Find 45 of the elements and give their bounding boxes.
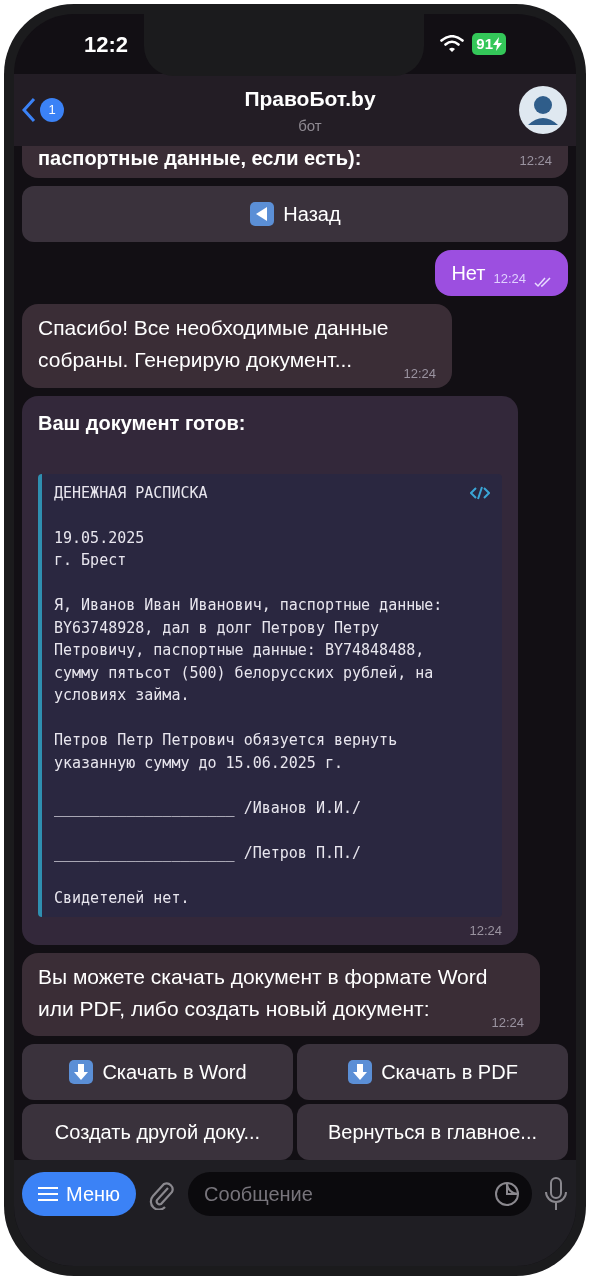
menu-button[interactable]: Меню xyxy=(22,1172,137,1216)
avatar-icon[interactable] xyxy=(518,85,568,135)
keyboard-button[interactable]: Создать другой доку... xyxy=(22,1104,293,1160)
microphone-icon[interactable] xyxy=(544,1176,568,1212)
message-text: паспортные данные, если есть): xyxy=(38,146,362,170)
message-time: 12:24 xyxy=(469,922,502,940)
keyboard-button[interactable]: Скачать в PDF xyxy=(297,1044,568,1100)
message-time: 12:24 xyxy=(491,1013,524,1032)
chat-subtitle: бот xyxy=(298,115,322,136)
message-time: 12:24 xyxy=(403,365,436,383)
code-line: ДЕНЕЖНАЯ РАСПИСКА xyxy=(54,482,208,504)
code-line: условиях займа. xyxy=(54,685,190,706)
message-title: Ваш документ готов: xyxy=(38,410,247,436)
bolt-icon xyxy=(493,37,502,51)
code-line: г. Брест xyxy=(54,550,127,571)
keyboard-button[interactable]: Вернуться в главное... xyxy=(297,1104,568,1160)
back-button[interactable]: 1 xyxy=(22,97,102,123)
message-text: Вы можете скачать документ в формате Word или PDF, либо создать новый документ: xyxy=(38,964,488,1020)
code-line: указанную сумму до 15.06.2025 г. xyxy=(54,752,343,774)
code-line: BY63748928, дал в долг Петрову Петру xyxy=(54,617,380,639)
message-time: 12:24 xyxy=(519,151,552,170)
keyboard-button[interactable]: Назад xyxy=(22,186,568,242)
message-time: 12:24 xyxy=(493,269,526,288)
battery-indicator: 91 xyxy=(472,32,506,56)
keyboard-button[interactable]: Скачать в Word xyxy=(22,1044,293,1100)
message-text: Спасибо! Все необходимые данные собраны. Генерирую документ... xyxy=(38,316,390,371)
code-icon xyxy=(470,485,490,500)
paperclip-icon[interactable] xyxy=(148,1180,177,1210)
code-line: Свидетелей нет. xyxy=(54,887,190,909)
code-line: Я, Иванов Иван Иванович, паспортные данные: xyxy=(54,595,443,616)
code-line: Петровичу, паспортные данные: BY74848488, xyxy=(54,640,425,661)
chevron-left-icon xyxy=(22,97,36,123)
code-line: сумму пятьсот (500) белорусских рублей, на xyxy=(54,662,434,684)
code-line: ____________________ /Иванов И.И./ xyxy=(54,797,362,819)
chat-title: ПравоБот.by xyxy=(244,86,376,112)
sticker-icon[interactable] xyxy=(494,1181,520,1207)
status-time: 12:2 xyxy=(84,30,129,59)
wifi-icon xyxy=(440,35,465,53)
message-text: Нет xyxy=(451,261,486,286)
code-line: Петров Петр Петрович обязуется вернуть xyxy=(54,730,398,751)
unread-badge: 1 xyxy=(40,98,64,122)
code-line: 19.05.2025 xyxy=(54,527,145,549)
menu-icon xyxy=(38,1186,58,1202)
code-line: ____________________ /Петров П.П./ xyxy=(54,842,362,864)
message-field[interactable]: Сообщение xyxy=(188,1172,532,1216)
